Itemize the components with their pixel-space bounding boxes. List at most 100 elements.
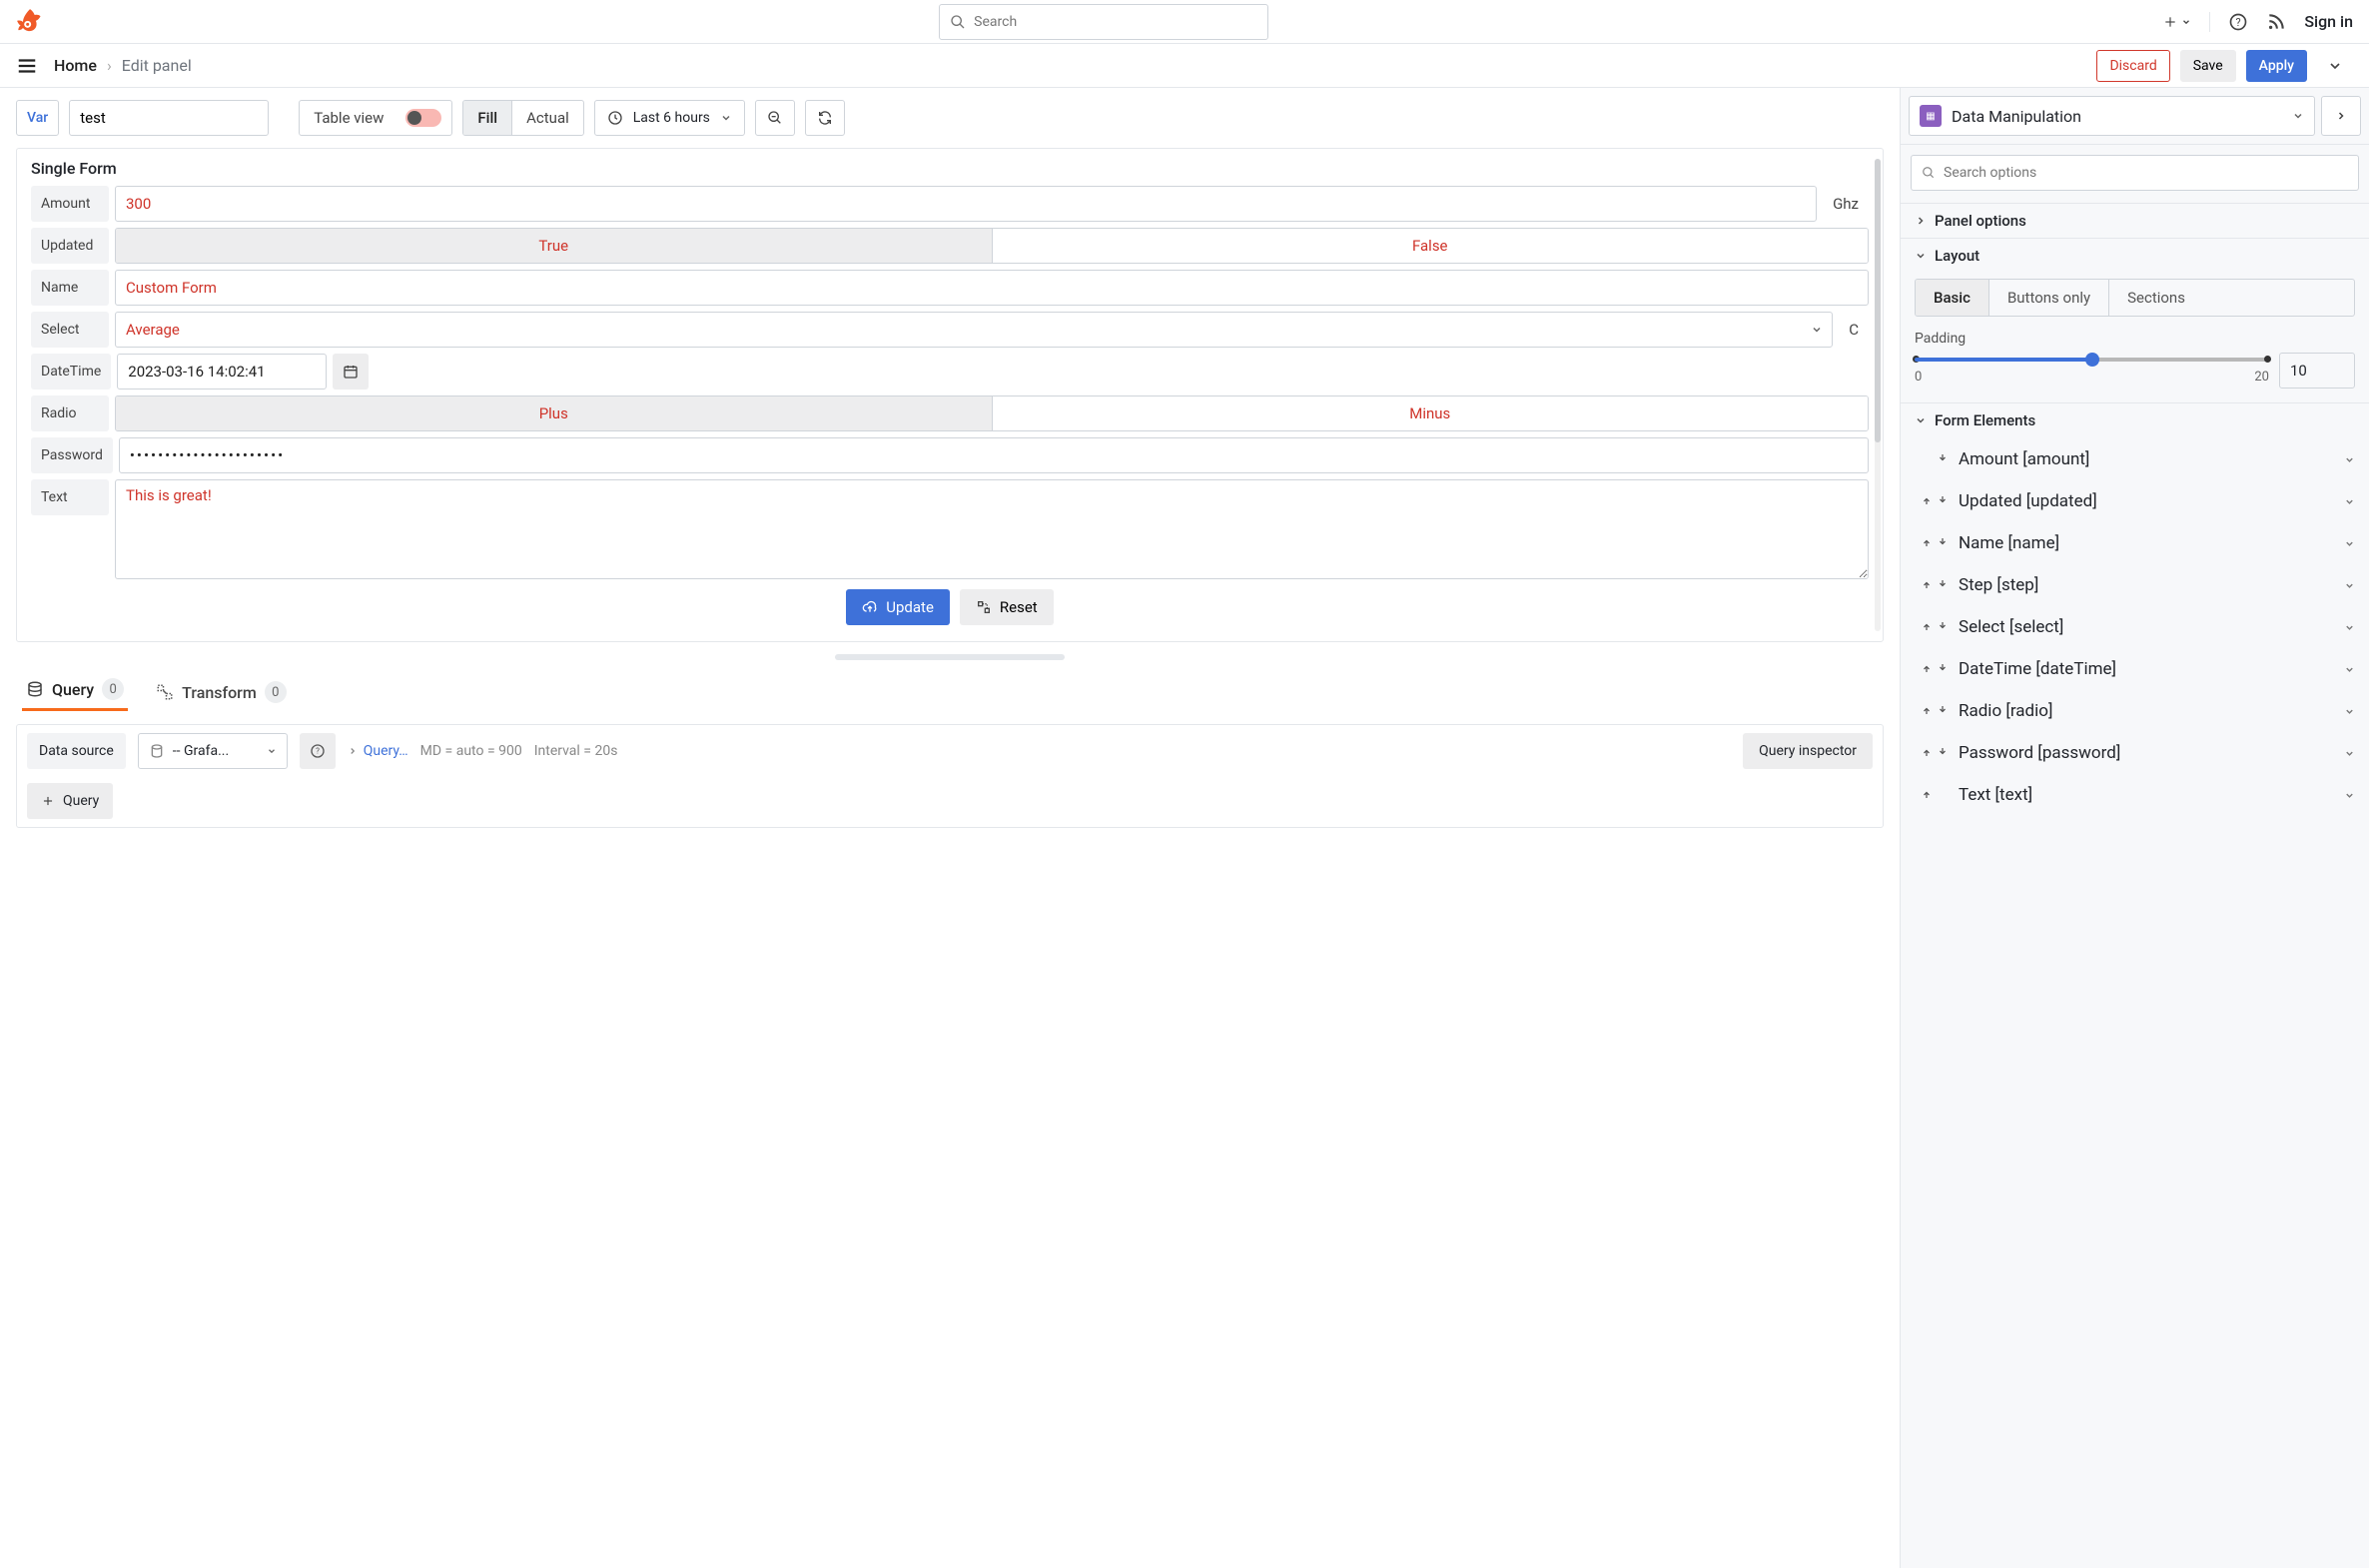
- visualization-picker[interactable]: ▦ Data Manipulation: [1909, 96, 2315, 136]
- variable-input[interactable]: [69, 100, 269, 136]
- grafana-logo: [16, 8, 44, 36]
- updated-true-option[interactable]: True: [116, 229, 992, 263]
- text-label: Text: [31, 479, 109, 515]
- form-element-item[interactable]: DateTime [dateTime]: [1921, 651, 2355, 687]
- data-source-value: -- Grafa...: [173, 743, 229, 759]
- radio-group: Plus Minus: [115, 395, 1869, 431]
- layout-section[interactable]: Layout: [1901, 239, 2369, 273]
- select-input[interactable]: [115, 312, 1833, 348]
- chevron-down-icon: [2344, 748, 2355, 759]
- form-element-label: Select [select]: [1959, 617, 2063, 637]
- save-button[interactable]: Save: [2180, 50, 2236, 82]
- table-view-toggle[interactable]: Table view: [299, 100, 452, 136]
- move-down-icon[interactable]: [1937, 620, 1951, 634]
- move-up-icon[interactable]: [1921, 704, 1935, 718]
- form-element-item[interactable]: Step [step]: [1921, 567, 2355, 603]
- move-up-icon[interactable]: [1921, 662, 1935, 676]
- radio-plus-option[interactable]: Plus: [116, 396, 992, 430]
- help-button[interactable]: ?: [2228, 12, 2248, 32]
- updated-false-option[interactable]: False: [992, 229, 1869, 263]
- form-element-item[interactable]: Amount [amount]: [1921, 441, 2355, 477]
- calendar-button[interactable]: [333, 354, 369, 390]
- query-inspector-button[interactable]: Query inspector: [1743, 733, 1873, 769]
- time-range-picker[interactable]: Last 6 hours: [594, 100, 745, 136]
- chevron-down-icon: [2181, 17, 2191, 27]
- search-options-input[interactable]: Search options: [1911, 155, 2359, 191]
- query-count-badge: 0: [102, 678, 124, 700]
- discard-button[interactable]: Discard: [2096, 50, 2169, 82]
- form-elements-section[interactable]: Form Elements: [1901, 403, 2369, 437]
- signin-link[interactable]: Sign in: [2304, 12, 2353, 31]
- layout-buttons-option[interactable]: Buttons only: [1988, 280, 2108, 316]
- form-element-item[interactable]: Select [select]: [1921, 609, 2355, 645]
- move-down-icon[interactable]: [1937, 494, 1951, 508]
- move-up-icon[interactable]: [1921, 494, 1935, 508]
- move-down-icon[interactable]: [1937, 536, 1951, 550]
- move-up-icon[interactable]: [1921, 620, 1935, 634]
- resize-handle[interactable]: [835, 654, 1065, 660]
- amount-input[interactable]: [115, 186, 1817, 222]
- form-panel: Single Form Amount Ghz Updated True Fals…: [16, 148, 1884, 642]
- radio-minus-option[interactable]: Minus: [992, 396, 1869, 430]
- move-down-icon[interactable]: [1937, 578, 1951, 592]
- padding-label: Padding: [1915, 331, 2355, 347]
- padding-value-input[interactable]: 10: [2279, 353, 2355, 389]
- layout-sections-option[interactable]: Sections: [2108, 280, 2203, 316]
- plugin-name: Data Manipulation: [1952, 107, 2081, 126]
- layout-basic-option[interactable]: Basic: [1916, 280, 1988, 316]
- form-element-item[interactable]: Password [password]: [1921, 735, 2355, 771]
- amount-label: Amount: [31, 186, 109, 222]
- breadcrumb: Home › Edit panel: [54, 56, 192, 75]
- zoom-out-button[interactable]: [755, 100, 795, 136]
- menu-toggle[interactable]: [16, 55, 38, 77]
- zoom-out-icon: [767, 110, 783, 126]
- fill-button[interactable]: Fill: [463, 101, 511, 135]
- move-up-icon[interactable]: [1921, 788, 1935, 802]
- query-options-link[interactable]: Query…: [348, 743, 408, 759]
- apply-button[interactable]: Apply: [2246, 50, 2307, 82]
- move-down-icon[interactable]: [1937, 704, 1951, 718]
- query-tab[interactable]: Query 0: [22, 672, 128, 711]
- move-down-icon[interactable]: [1937, 452, 1951, 466]
- collapse-sidebar-button[interactable]: [2317, 48, 2353, 84]
- select-suffix: C: [1839, 321, 1869, 339]
- reset-icon: [976, 599, 992, 615]
- form-element-label: Name [name]: [1959, 533, 2059, 553]
- move-up-icon[interactable]: [1921, 746, 1935, 760]
- move-down-icon[interactable]: [1937, 662, 1951, 676]
- news-button[interactable]: [2266, 12, 2286, 32]
- global-search-input[interactable]: Search: [939, 4, 1268, 40]
- update-button[interactable]: Update: [846, 589, 950, 625]
- panel-options-section[interactable]: Panel options: [1901, 204, 2369, 238]
- add-query-button[interactable]: Query: [27, 783, 113, 819]
- form-element-item[interactable]: Name [name]: [1921, 525, 2355, 561]
- form-element-item[interactable]: Updated [updated]: [1921, 483, 2355, 519]
- padding-slider[interactable]: [1915, 358, 2269, 362]
- data-source-help[interactable]: ?: [300, 733, 336, 769]
- view-mode-group: Fill Actual: [462, 100, 583, 136]
- move-up-icon[interactable]: [1921, 578, 1935, 592]
- name-label: Name: [31, 270, 109, 306]
- actual-button[interactable]: Actual: [511, 101, 583, 135]
- password-input[interactable]: [119, 437, 1869, 473]
- transform-tab[interactable]: Transform 0: [152, 675, 291, 711]
- form-element-item[interactable]: Text [text]: [1921, 777, 2355, 813]
- chevron-down-icon: [720, 112, 732, 124]
- move-down-icon[interactable]: [1937, 746, 1951, 760]
- reset-button[interactable]: Reset: [960, 589, 1054, 625]
- variable-label[interactable]: Var: [16, 100, 59, 136]
- move-up-icon[interactable]: [1921, 536, 1935, 550]
- data-source-select[interactable]: -- Grafa...: [138, 733, 288, 769]
- form-element-item[interactable]: Radio [radio]: [1921, 693, 2355, 729]
- chevron-down-icon: [2344, 790, 2355, 801]
- expand-sidebar-button[interactable]: [2321, 96, 2361, 136]
- query-options-label: Query…: [364, 743, 408, 759]
- text-textarea[interactable]: [115, 479, 1869, 579]
- datetime-input[interactable]: [117, 354, 327, 390]
- name-input[interactable]: [115, 270, 1869, 306]
- breadcrumb-home[interactable]: Home: [54, 56, 97, 75]
- add-menu[interactable]: [2163, 15, 2191, 29]
- panel-scrollbar[interactable]: [1875, 159, 1881, 631]
- topbar: Search ? Sign in: [0, 0, 2369, 44]
- refresh-button[interactable]: [805, 100, 845, 136]
